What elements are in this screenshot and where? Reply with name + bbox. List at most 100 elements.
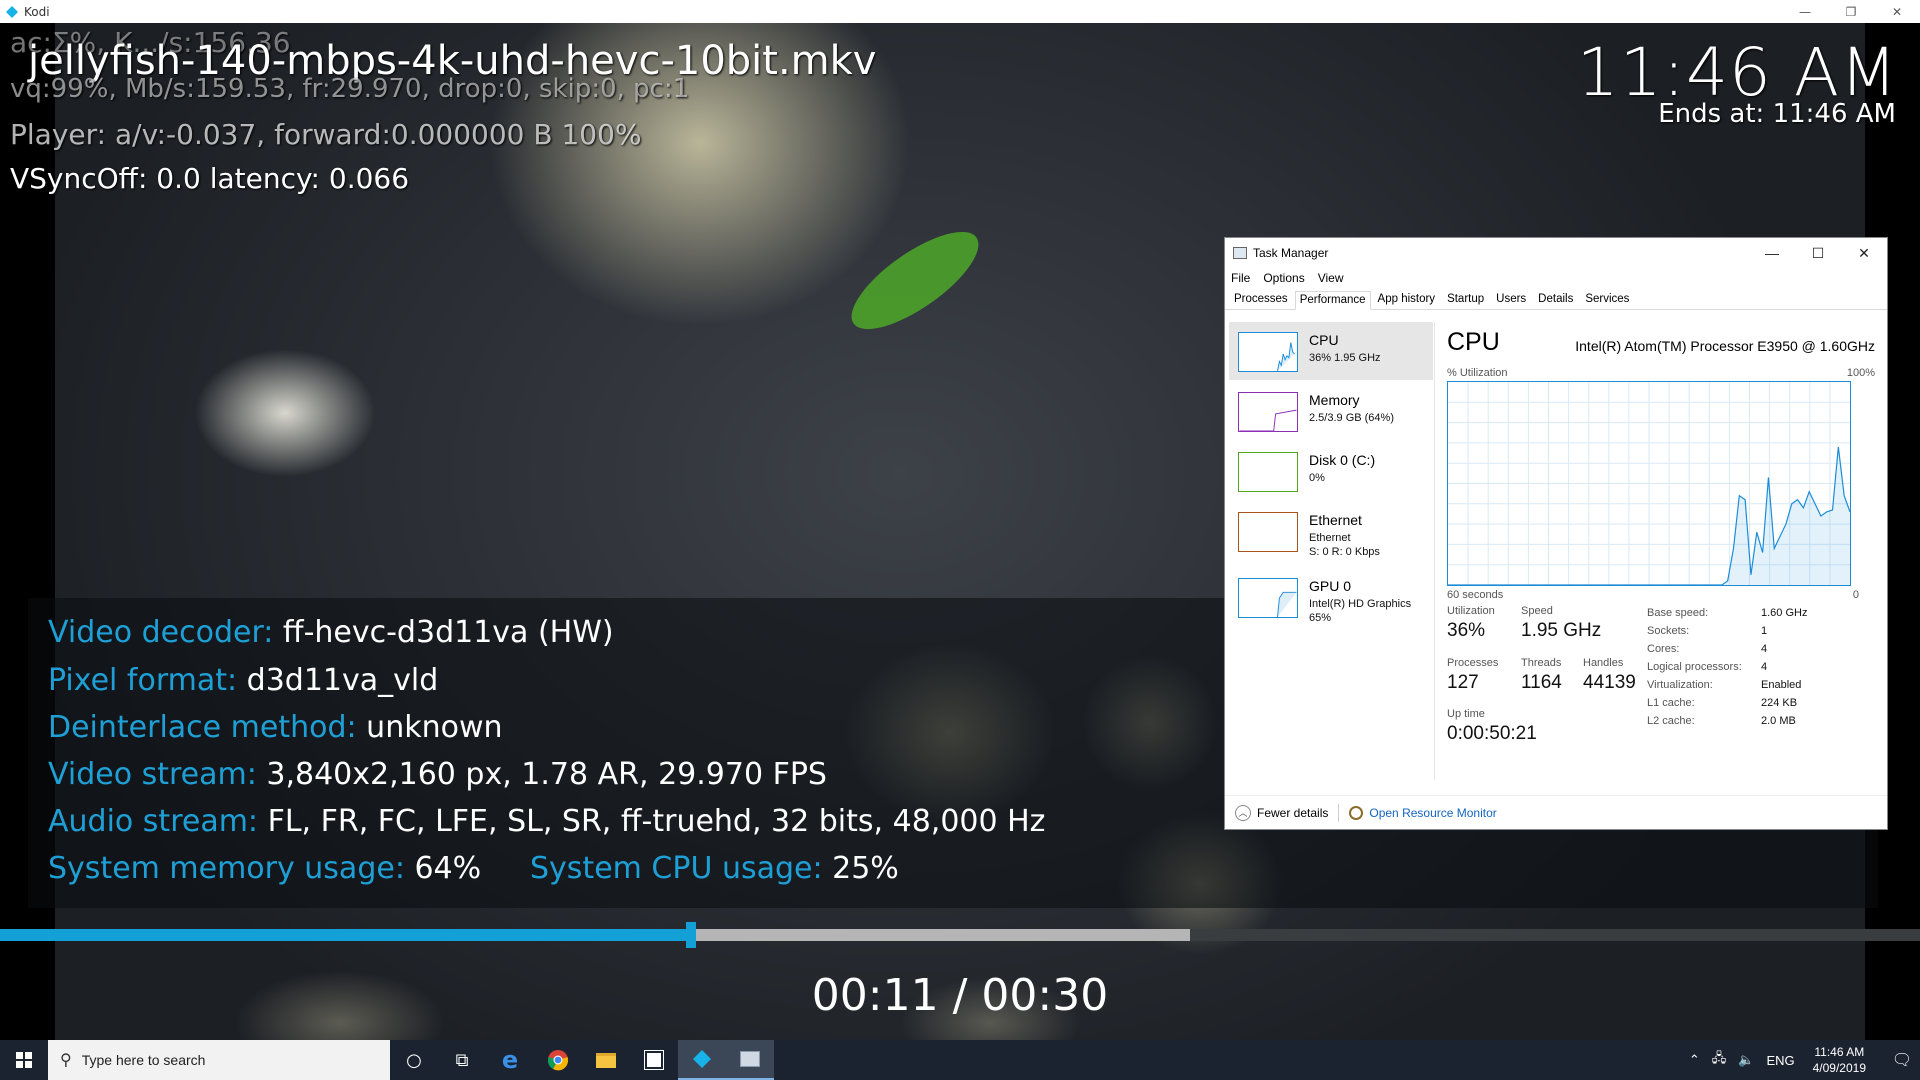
handles-label: Handles xyxy=(1583,657,1624,669)
menu-file[interactable]: File xyxy=(1231,271,1250,285)
detail-value: 4 xyxy=(1761,643,1768,655)
volume-icon[interactable]: 🔈 xyxy=(1738,1052,1754,1068)
tab-app-history[interactable]: App history xyxy=(1373,290,1441,309)
processes-label: Processes xyxy=(1447,657,1499,669)
footer-divider xyxy=(1338,803,1340,822)
utilization-label: Utilization xyxy=(1447,605,1495,617)
chevron-up-icon[interactable]: ⌃ xyxy=(1689,1052,1700,1068)
tab-performance[interactable]: Performance xyxy=(1294,291,1371,310)
tm-menubar: File Options View xyxy=(1225,268,1887,288)
uptime-value: 0:00:50:21 xyxy=(1447,723,1537,744)
taskbar-clock[interactable]: 11:46 AM 4/09/2019 xyxy=(1813,1044,1866,1076)
uptime-label: Up time xyxy=(1447,708,1485,720)
edge-browser-icon[interactable]: e xyxy=(486,1040,534,1080)
tm-tab-strip: Processes Performance App history Startu… xyxy=(1225,288,1887,310)
tm-maximize-button[interactable]: ☐ xyxy=(1795,238,1841,268)
start-button[interactable] xyxy=(0,1040,48,1080)
windows-taskbar: ⚲ Type here to search ○ ⧉ e ⌃ 🖧 🔈 ENG 11… xyxy=(0,1040,1920,1080)
tab-users[interactable]: Users xyxy=(1491,290,1531,309)
speed-label: Speed xyxy=(1521,605,1553,617)
info-video-stream: Video stream: 3,840x2,160 px, 1.78 AR, 2… xyxy=(48,757,827,792)
task-manager-title: Task Manager xyxy=(1253,246,1329,260)
tm-resource-list: CPU 36% 1.95 GHz Memory 2.5/3.9 GB (64%)… xyxy=(1229,322,1435,780)
tab-details[interactable]: Details xyxy=(1533,290,1578,309)
search-placeholder: Type here to search xyxy=(81,1052,206,1068)
tab-services[interactable]: Services xyxy=(1580,290,1634,309)
menu-view[interactable]: View xyxy=(1318,271,1344,285)
info-memory-usage: System memory usage: 64% xyxy=(48,851,482,886)
cpu-heading: CPU xyxy=(1447,328,1500,356)
minimize-button[interactable]: — xyxy=(1782,0,1828,23)
tm-minimize-button[interactable]: — xyxy=(1749,238,1795,268)
resource-gpu[interactable]: GPU 0 Intel(R) HD Graphics 65% xyxy=(1229,568,1433,626)
open-resource-monitor-link[interactable]: Open Resource Monitor xyxy=(1369,806,1496,820)
debug-video-line: vq:99%, Mb/s:159.53, fr:29.970, drop:0, … xyxy=(10,74,690,104)
chrome-logo xyxy=(547,1050,569,1071)
search-icon: ⚲ xyxy=(60,1052,72,1069)
utilization-axis-label: % Utilization xyxy=(1447,367,1508,379)
resource-memory[interactable]: Memory 2.5/3.9 GB (64%) xyxy=(1229,382,1433,440)
detail-value: 4 xyxy=(1761,661,1768,673)
detail-value: 2.0 MB xyxy=(1761,715,1796,727)
info-video-decoder: Video decoder: ff-hevc-d3d11va (HW) xyxy=(48,615,614,650)
kodi-icon xyxy=(693,1050,711,1068)
resource-disk[interactable]: Disk 0 (C:) 0% xyxy=(1229,442,1433,500)
detail-value: 1.60 GHz xyxy=(1761,607,1808,619)
cpu-mini-graph xyxy=(1238,332,1298,372)
calculator-icon[interactable] xyxy=(630,1040,678,1080)
taskbar-search-box[interactable]: ⚲ Type here to search xyxy=(48,1040,390,1080)
threads-value: 1164 xyxy=(1521,672,1562,693)
resource-ethernet[interactable]: Ethernet Ethernet S: 0 R: 0 Kbps xyxy=(1229,502,1433,560)
tm-cpu-detail: CPU Intel(R) Atom(TM) Processor E3950 @ … xyxy=(1447,322,1877,780)
close-button[interactable]: ✕ xyxy=(1874,0,1920,23)
kodi-taskbar-icon[interactable] xyxy=(678,1040,726,1080)
tm-footer: ︿ Fewer details Open Resource Monitor xyxy=(1225,795,1887,829)
info-deinterlace: Deinterlace method: unknown xyxy=(48,710,503,745)
speed-value: 1.95 GHz xyxy=(1521,620,1602,641)
playback-time: 00:11 / 00:30 xyxy=(811,970,1109,1021)
detail-key: Virtualization: xyxy=(1647,679,1713,691)
utilization-max-label: 100% xyxy=(1846,367,1875,379)
restore-button[interactable]: ❐ xyxy=(1828,0,1874,23)
graph-time-label: 60 seconds xyxy=(1447,589,1504,601)
task-manager-icon xyxy=(1233,247,1247,259)
seaweed xyxy=(837,214,993,347)
task-manager-titlebar: Task Manager — ☐ ✕ xyxy=(1225,238,1887,268)
handles-value: 44139 xyxy=(1583,672,1636,693)
taskbar-time: 11:46 AM xyxy=(1814,1045,1865,1059)
cpu-utilization-graph xyxy=(1447,381,1851,586)
utilization-value: 36% xyxy=(1447,620,1486,641)
task-manager-taskbar-icon[interactable] xyxy=(726,1040,774,1080)
tm-close-button[interactable]: ✕ xyxy=(1841,238,1887,268)
resource-cpu[interactable]: CPU 36% 1.95 GHz xyxy=(1229,322,1433,380)
kodi-titlebar: Kodi — ❐ ✕ xyxy=(0,0,1920,23)
kodi-window-title: Kodi xyxy=(24,4,50,19)
task-view-icon[interactable]: ⧉ xyxy=(438,1040,486,1080)
info-pixel-format: Pixel format: d3d11va_vld xyxy=(48,663,439,698)
chrome-browser-icon[interactable] xyxy=(534,1040,582,1080)
graph-zero-label: 0 xyxy=(1852,589,1859,601)
detail-key: Logical processors: xyxy=(1647,661,1742,673)
file-explorer-icon[interactable] xyxy=(582,1040,630,1080)
input-language[interactable]: ENG xyxy=(1766,1053,1794,1068)
kodi-logo-icon xyxy=(6,5,18,18)
resource-monitor-icon xyxy=(1349,805,1364,820)
network-icon[interactable]: 🖧 xyxy=(1712,1049,1727,1071)
seek-bar-handle[interactable] xyxy=(686,922,697,948)
notification-center-icon[interactable]: 🗨 xyxy=(1884,1050,1920,1070)
detail-value: 1 xyxy=(1761,625,1768,637)
taskbar-date: 4/09/2019 xyxy=(1812,1061,1866,1075)
chevron-up-icon[interactable]: ︿ xyxy=(1235,804,1251,821)
fewer-details-link[interactable]: Fewer details xyxy=(1257,806,1328,820)
detail-key: Sockets: xyxy=(1647,625,1690,637)
tab-startup[interactable]: Startup xyxy=(1442,290,1489,309)
task-manager-window: Task Manager — ☐ ✕ File Options View Pro… xyxy=(1224,237,1888,830)
cortana-icon[interactable]: ○ xyxy=(390,1040,438,1080)
menu-options[interactable]: Options xyxy=(1263,271,1304,285)
disk-mini-graph xyxy=(1238,452,1298,492)
gpu-mini-graph xyxy=(1238,578,1298,618)
system-tray: ⌃ 🖧 🔈 ENG 11:46 AM 4/09/2019 🗨 xyxy=(1683,1040,1920,1080)
detail-key: Cores: xyxy=(1647,643,1680,655)
tab-processes[interactable]: Processes xyxy=(1229,290,1293,309)
info-audio-stream: Audio stream: FL, FR, FC, LFE, SL, SR, f… xyxy=(48,804,1046,839)
